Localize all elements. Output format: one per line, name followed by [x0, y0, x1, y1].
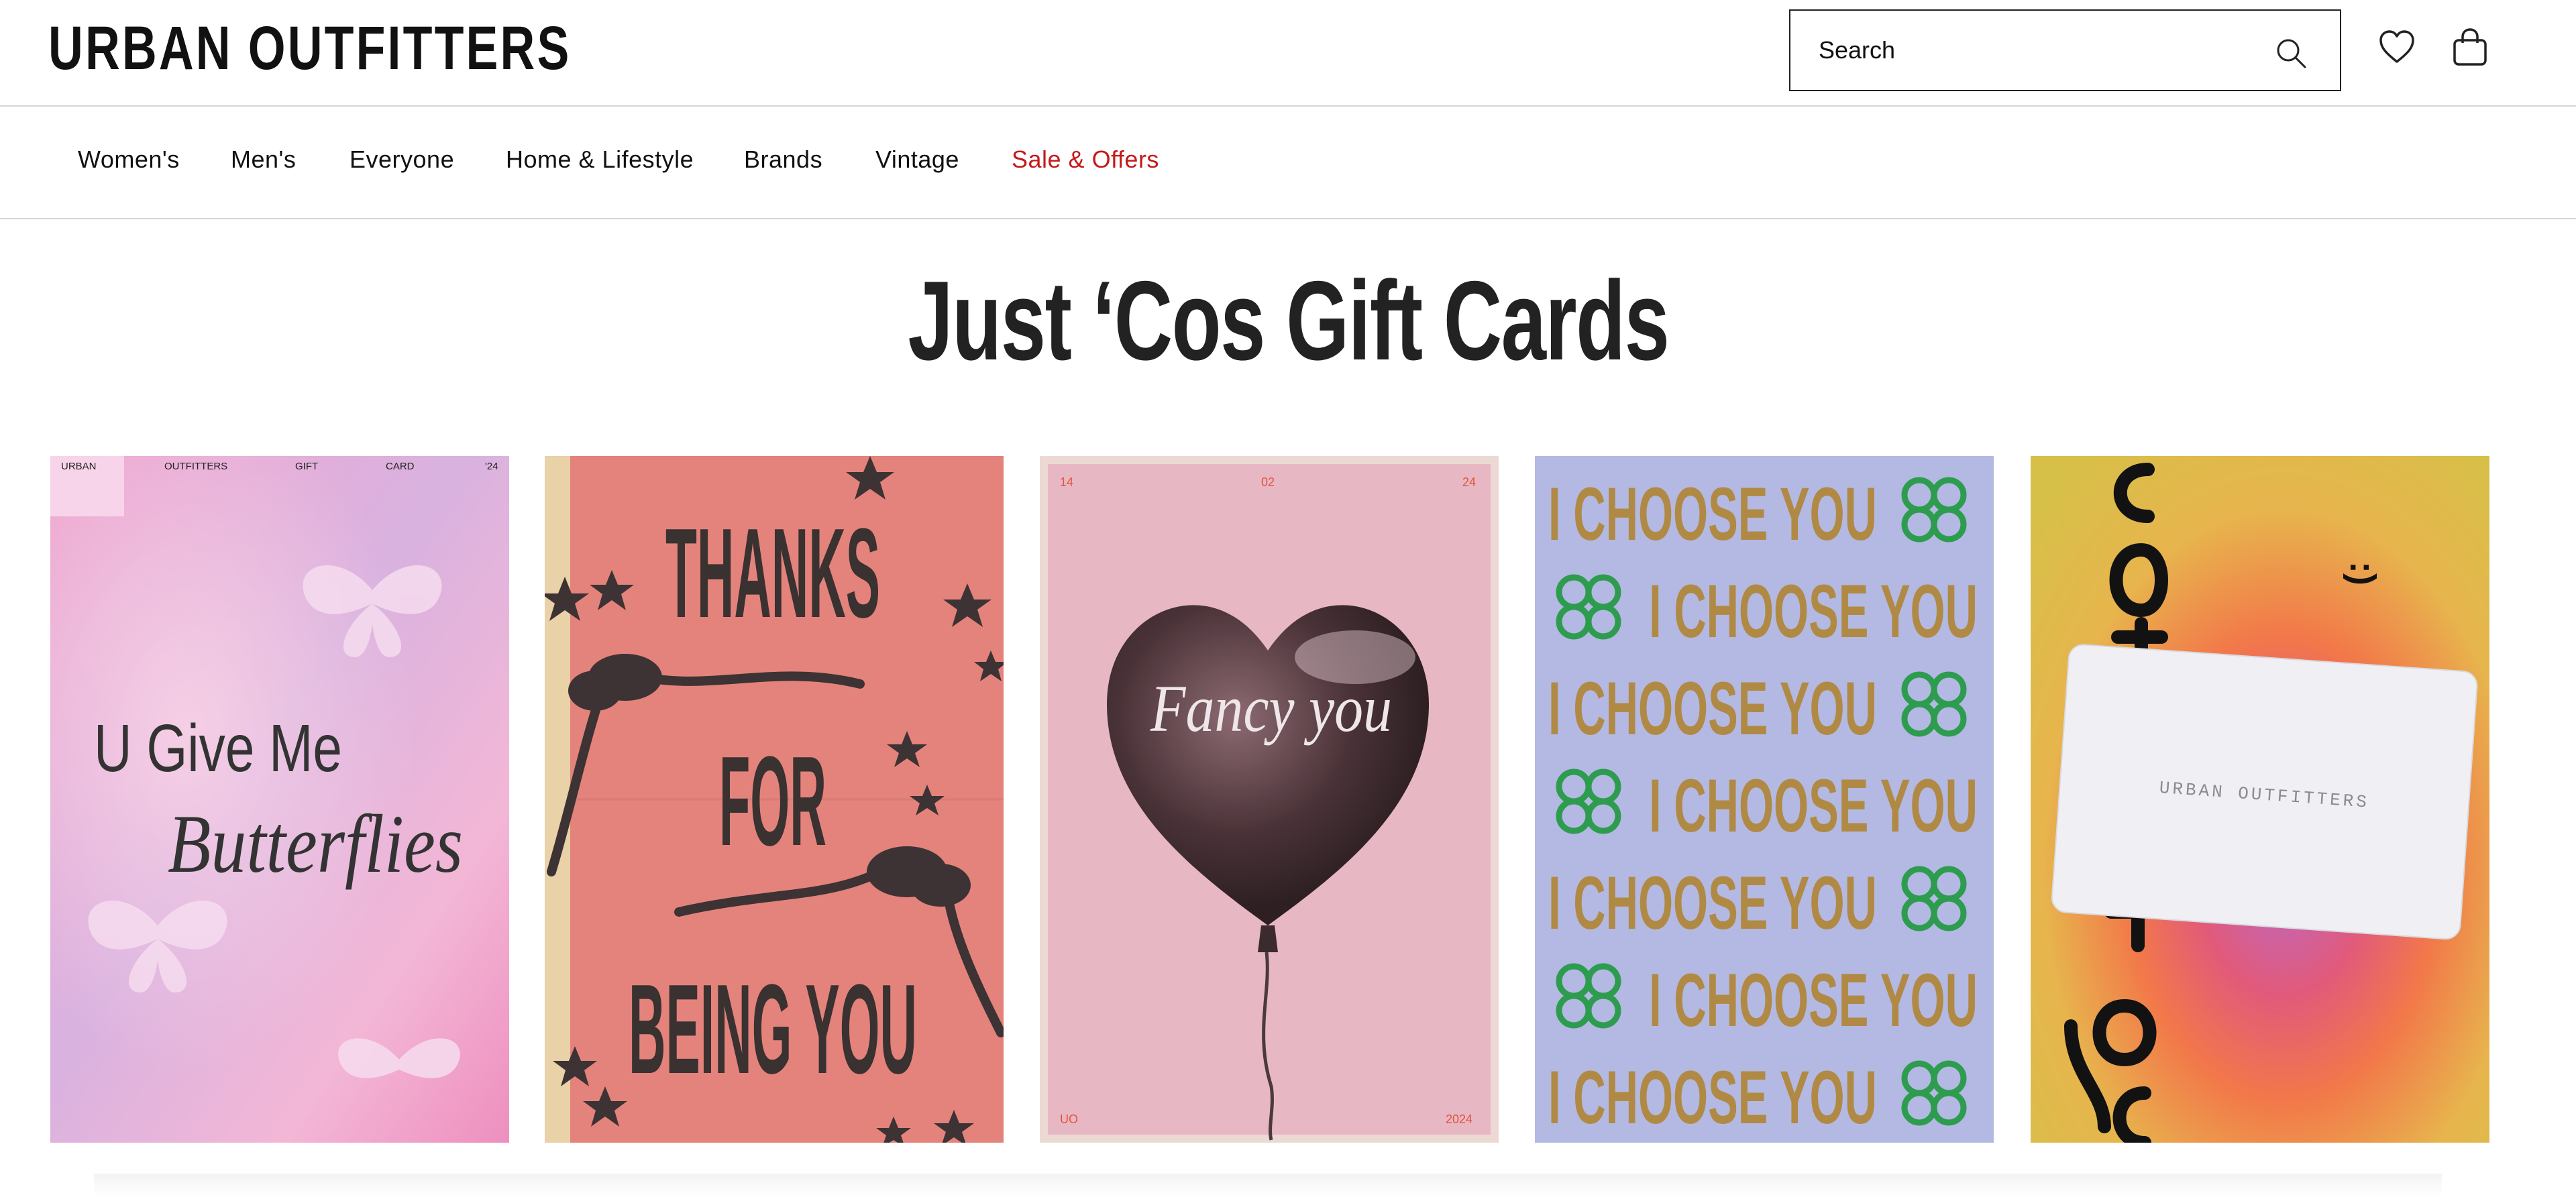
thanks-line-3: BEING YOU — [629, 958, 917, 1100]
page-title-text: Just ‘Cos Gift Cards — [908, 258, 1669, 384]
nav-item-brands[interactable]: Brands — [744, 146, 822, 174]
site-logo[interactable]: URBAN OUTFITTERS — [48, 15, 571, 82]
fancy-corner-2: 02 — [1261, 475, 1275, 489]
bag-icon[interactable] — [2451, 27, 2489, 67]
choose-line-6: I CHOOSE YOU — [1649, 958, 1978, 1042]
butterflies-top-label-5: '24 — [485, 461, 498, 472]
fancy-you-card-art: Fancy you 14 02 24 UO 2024 — [1040, 456, 1499, 1143]
search-input[interactable] — [1817, 23, 2263, 78]
butterflies-top-label-2: OUTFITTERS — [164, 461, 227, 472]
nav-item-everyone[interactable]: Everyone — [350, 146, 454, 174]
nav-item-womens[interactable]: Women's — [78, 146, 180, 174]
search-box[interactable] — [1789, 9, 2341, 91]
site-header: URBAN OUTFITTERS — [0, 0, 2576, 107]
butterflies-top-label-1: URBAN — [61, 461, 97, 472]
heart-icon[interactable] — [2378, 28, 2416, 66]
thanks-card-art: THANKS FOR BEING YOU — [545, 456, 1004, 1143]
search-icon[interactable] — [2274, 36, 2308, 70]
butterflies-line-1: U Give Me — [94, 711, 342, 786]
choose-line-7: I CHOOSE YOU — [1548, 1056, 1877, 1139]
choose-line-1: I CHOOSE YOU — [1548, 472, 1877, 556]
butterflies-top-label-3: GIFT — [295, 461, 318, 472]
nav-item-sale-offers[interactable]: Sale & Offers — [1012, 146, 1159, 174]
nav-item-vintage[interactable]: Vintage — [875, 146, 959, 174]
butterflies-top-label-4: CARD — [386, 461, 415, 472]
urban-outfitters-card-art: :) URBAN OUTFITTERS — [2031, 456, 2489, 1143]
i-choose-you-card-art: I CHOOSE YOU I CHOOSE YOU I CHOOSE YOU I… — [1535, 456, 1994, 1143]
fancy-corner-4: UO — [1060, 1113, 1078, 1126]
gift-card-butterflies[interactable]: URBAN OUTFITTERS GIFT CARD '24 U Give Me… — [50, 456, 509, 1143]
butterflies-line-2: Butterflies — [168, 798, 463, 890]
main-nav: Women's Men's Everyone Home & Lifestyle … — [0, 107, 2576, 219]
thanks-line-2: FOR — [719, 730, 826, 872]
fancy-corner-3: 24 — [1462, 475, 1476, 489]
fancy-you-text: Fancy you — [1150, 671, 1392, 746]
nav-item-home-lifestyle[interactable]: Home & Lifestyle — [506, 146, 694, 174]
content-fade — [94, 1174, 2442, 1197]
gift-card-urban-outfitters[interactable]: :) URBAN OUTFITTERS — [2031, 456, 2489, 1143]
gift-card-fancy-you[interactable]: Fancy you 14 02 24 UO 2024 — [1040, 456, 1499, 1143]
choose-line-4: I CHOOSE YOU — [1649, 764, 1978, 848]
choose-line-2: I CHOOSE YOU — [1649, 569, 1978, 653]
fancy-corner-5: 2024 — [1446, 1113, 1472, 1126]
choose-line-5: I CHOOSE YOU — [1548, 861, 1877, 945]
butterflies-card-art: URBAN OUTFITTERS GIFT CARD '24 U Give Me… — [50, 456, 509, 1143]
page-title: Just ‘Cos Gift Cards — [0, 253, 2576, 388]
gift-card-i-choose-you[interactable]: I CHOOSE YOU I CHOOSE YOU I CHOOSE YOU I… — [1535, 456, 1994, 1143]
urban-smiley: :) — [2343, 561, 2383, 585]
gift-card-thanks[interactable]: THANKS FOR BEING YOU — [545, 456, 1004, 1143]
fancy-corner-1: 14 — [1060, 475, 1073, 489]
thanks-line-1: THANKS — [665, 502, 880, 644]
nav-item-mens[interactable]: Men's — [231, 146, 296, 174]
choose-line-3: I CHOOSE YOU — [1548, 667, 1877, 750]
